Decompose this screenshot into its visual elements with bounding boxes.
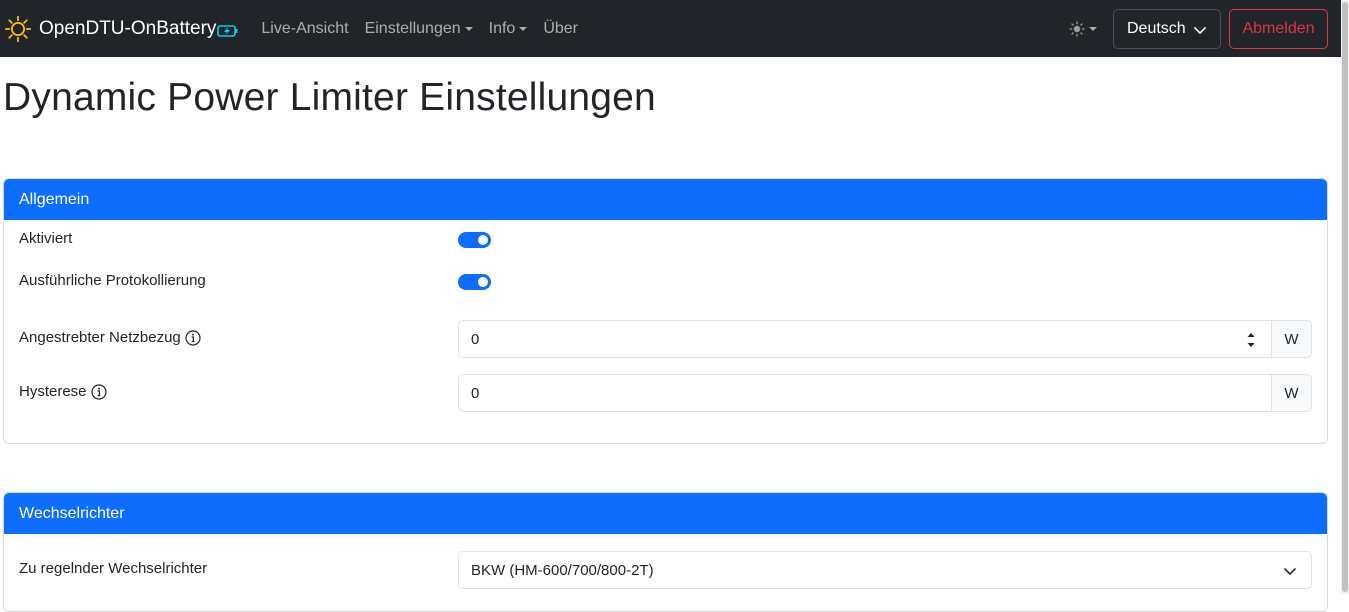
hysteresis-unit: W — [1271, 374, 1312, 412]
nav-live-view-label: Live-Ansicht — [261, 19, 349, 37]
target-unit: W — [1271, 320, 1312, 358]
scrollbar-thumb[interactable] — [1342, 2, 1348, 592]
top-navbar: OpenDTU-OnBattery Live-Ansicht Einstellu… — [0, 0, 1341, 57]
page-scrollbar[interactable] — [1341, 0, 1349, 594]
enabled-label: Aktiviert — [19, 230, 73, 247]
target-label-text: Angestrebter Netzbezug — [19, 329, 181, 346]
inverter-select[interactable]: BKW (HM-600/700/800-2T) — [458, 551, 1312, 589]
inverter-select-value: BKW (HM-600/700/800-2T) — [471, 561, 654, 579]
enabled-switch[interactable] — [458, 232, 491, 248]
navbar-right: Deutsch Abmelden — [1069, 9, 1328, 49]
nav-about-label: Über — [543, 19, 579, 37]
target-label: Angestrebter Netzbezug — [19, 329, 201, 346]
chevron-down-icon — [1194, 27, 1206, 34]
nav-about[interactable]: Über — [543, 20, 578, 38]
nav-info-dropdown[interactable]: Info — [489, 20, 528, 38]
logout-button[interactable]: Abmelden — [1229, 9, 1328, 49]
target-input[interactable]: 0 — [458, 320, 1271, 358]
target-value: 0 — [471, 330, 480, 348]
caret-down-icon — [464, 26, 473, 31]
hysteresis-label-text: Hysterese — [19, 383, 87, 400]
battery-bolt-icon — [217, 24, 238, 37]
hysteresis-value: 0 — [471, 384, 480, 402]
hysteresis-input[interactable]: 0 — [458, 374, 1271, 412]
brand[interactable]: OpenDTU-OnBattery — [4, 15, 239, 43]
caret-down-icon — [519, 26, 528, 31]
language-select[interactable]: Deutsch — [1113, 9, 1221, 49]
brand-name[interactable]: OpenDTU-OnBattery — [39, 18, 216, 40]
sun-logo-icon — [4, 15, 32, 42]
verbose-switch[interactable] — [458, 274, 491, 290]
nav-links: Live-Ansicht Einstellungen Info Über — [261, 20, 594, 38]
info-icon[interactable] — [90, 383, 107, 400]
hysteresis-label: Hysterese — [19, 383, 107, 400]
nav-live-view[interactable]: Live-Ansicht — [261, 20, 348, 38]
sun-theme-icon — [1069, 21, 1085, 37]
general-card: Allgemein Aktiviert Ausführliche Protoko… — [3, 178, 1328, 444]
chevron-down-icon — [1284, 568, 1296, 575]
verbose-label: Ausführliche Protokollierung — [19, 272, 206, 289]
target-input-group: 0 W — [458, 320, 1312, 358]
caret-down-icon — [1089, 27, 1097, 31]
theme-toggle[interactable] — [1069, 21, 1097, 37]
nav-settings-dropdown[interactable]: Einstellungen — [365, 20, 473, 38]
page-title: Dynamic Power Limiter Einstellungen — [3, 76, 656, 119]
info-icon[interactable] — [185, 329, 201, 346]
nav-info-label: Info — [488, 19, 516, 37]
nav-settings-label: Einstellungen — [364, 19, 461, 37]
general-card-header: Allgemein — [4, 179, 1327, 220]
spinner-icon[interactable] — [1245, 329, 1257, 351]
hysteresis-input-group: 0 W — [458, 374, 1312, 412]
inverter-card-header: Wechselrichter — [4, 493, 1327, 534]
language-value: Deutsch — [1127, 20, 1186, 37]
inverter-select-label: Zu regelnder Wechselrichter — [19, 560, 208, 577]
inverter-card: Wechselrichter Zu regelnder Wechselricht… — [3, 492, 1328, 612]
